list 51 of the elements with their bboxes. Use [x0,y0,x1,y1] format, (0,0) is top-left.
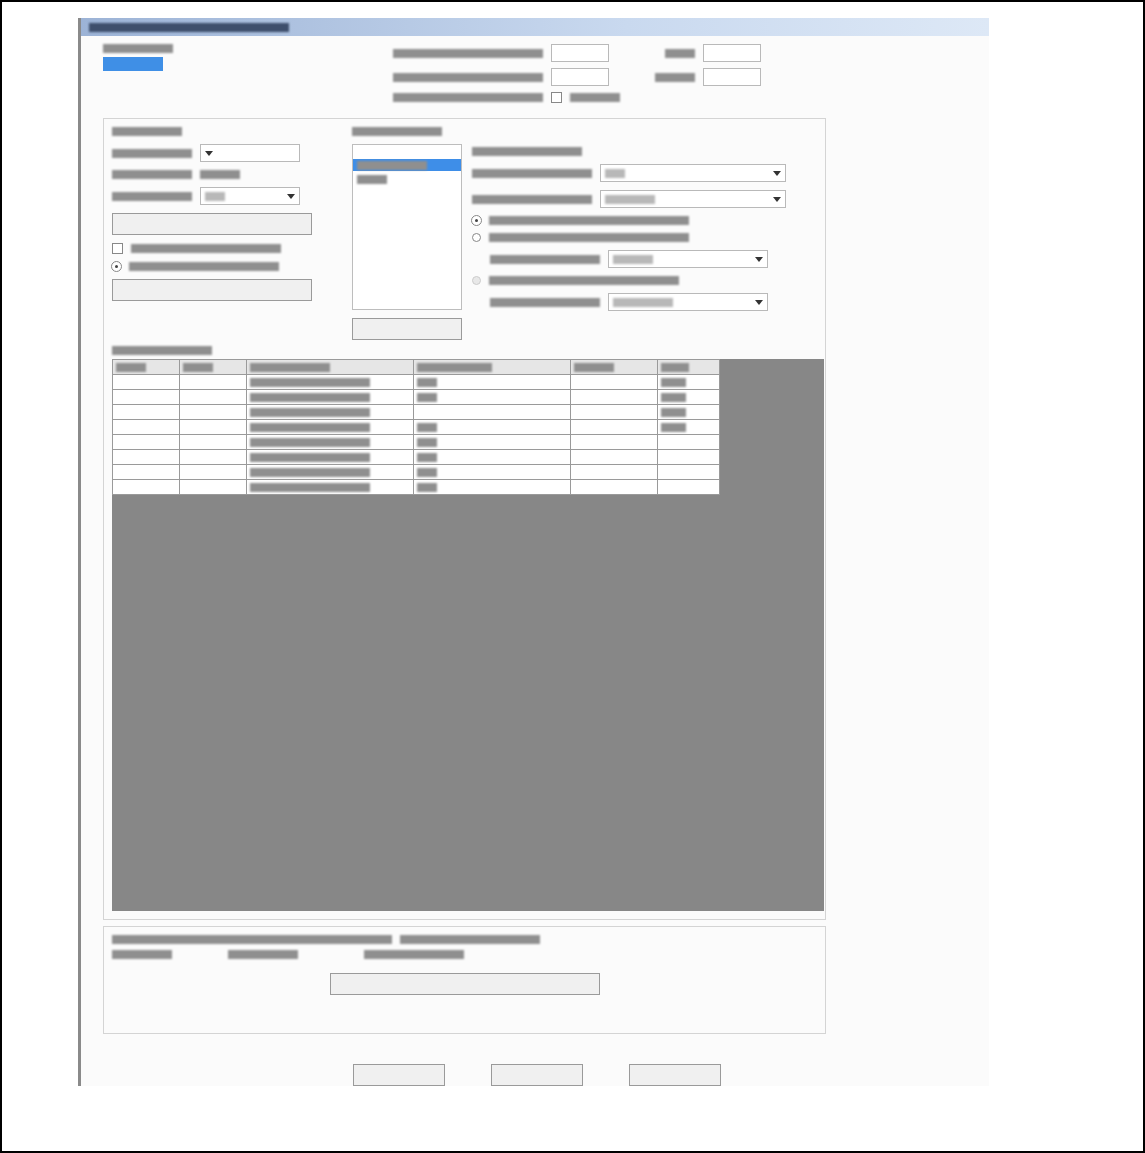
button[interactable] [352,318,462,340]
illegible-text [417,438,437,447]
illegible-text [116,363,146,372]
illegible-text [417,483,437,492]
dropdown[interactable] [600,164,786,182]
button[interactable] [112,213,312,235]
input-field[interactable] [551,68,609,86]
illegible-text [417,453,437,462]
button[interactable] [112,279,312,301]
caret-icon [755,299,763,305]
illegible-text [574,363,614,372]
dropdown[interactable] [608,293,768,311]
button[interactable] [491,1064,583,1086]
illegible-text [228,950,298,959]
illegible-text [661,393,686,402]
illegible-text [417,393,437,402]
checkbox[interactable] [551,92,562,103]
input-field[interactable] [703,44,761,62]
illegible-text [570,93,620,102]
illegible-text [417,378,437,387]
dropdown[interactable] [200,187,300,205]
dropdown[interactable] [600,190,786,208]
input-field[interactable] [703,68,761,86]
caret-icon [205,150,213,156]
illegible-text [183,363,213,372]
illegible-text [661,423,686,432]
illegible-text [112,127,182,136]
illegible-text [661,363,689,372]
illegible-text [665,48,695,58]
button[interactable] [329,973,600,995]
illegible-text [661,378,686,387]
button[interactable] [629,1064,721,1086]
illegible-text [112,950,172,959]
checkbox[interactable] [112,243,123,254]
illegible-text [357,160,427,170]
button[interactable] [353,1064,445,1086]
illegible-text [417,423,437,432]
caret-icon [287,193,295,199]
input-field[interactable] [551,44,609,62]
illegible-text [655,72,695,82]
illegible-text [357,174,387,184]
dropdown[interactable] [608,250,768,268]
illegible-text [103,44,173,53]
radio-button[interactable] [472,233,481,242]
caret-icon [773,196,781,202]
dropdown[interactable] [200,144,300,162]
caret-icon [773,170,781,176]
illegible-text [661,408,686,417]
illegible-text [417,468,437,477]
illegible-text [200,170,240,179]
caret-icon [755,256,763,262]
